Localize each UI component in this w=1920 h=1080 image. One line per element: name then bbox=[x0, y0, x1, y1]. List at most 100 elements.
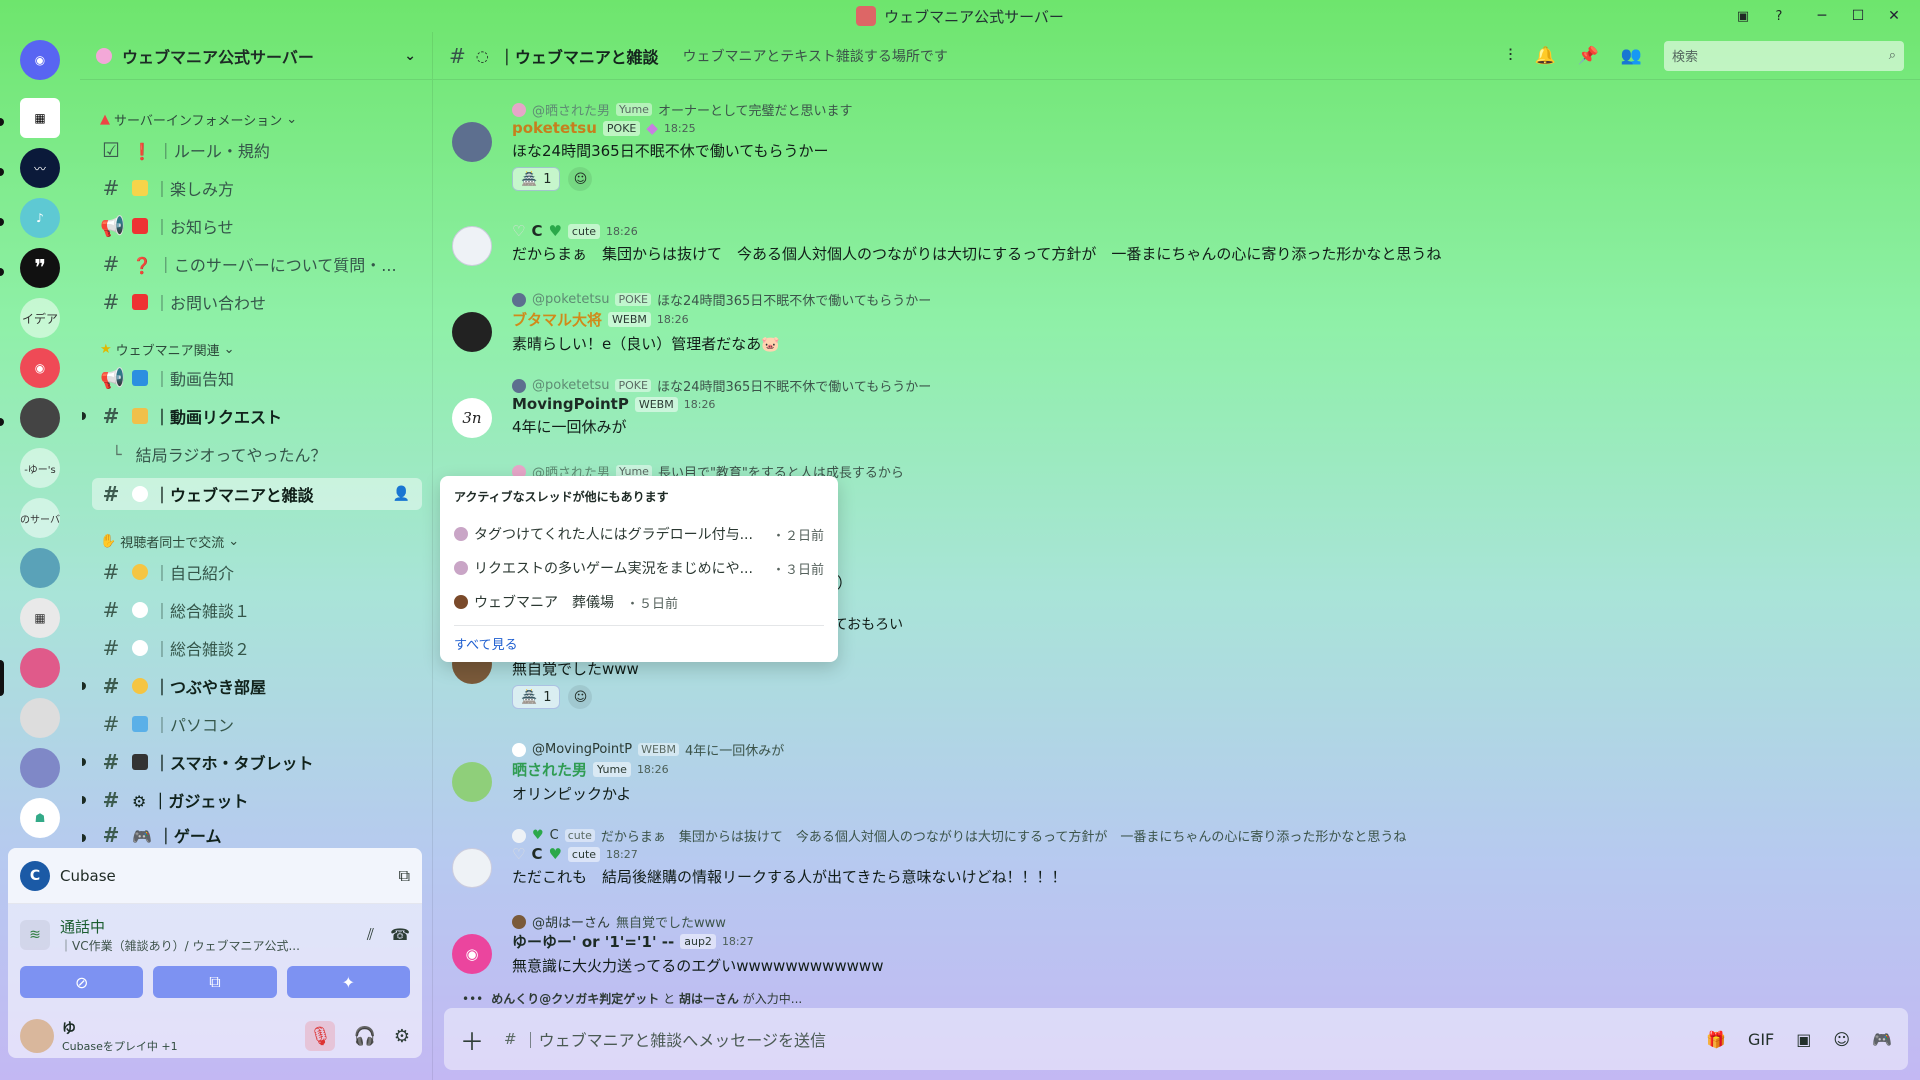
noise-suppression-icon[interactable]: ⫽ bbox=[367, 925, 374, 945]
channel-gadget[interactable]: # ⚙ ｜ガジェット bbox=[92, 784, 422, 816]
server-header[interactable]: ウェブマニア公式サーバー ⌄ bbox=[80, 32, 432, 80]
reaction[interactable]: 🏯 1 bbox=[512, 685, 561, 709]
hand-icon bbox=[132, 408, 148, 424]
activity-button[interactable]: ✦ bbox=[286, 966, 410, 998]
avatar[interactable] bbox=[452, 226, 492, 266]
mic-muted-icon[interactable]: 🎙 bbox=[305, 1021, 336, 1051]
role-tag: cute bbox=[567, 846, 601, 862]
avatar[interactable] bbox=[452, 122, 492, 162]
server-a[interactable]: -ゆー's bbox=[20, 448, 60, 488]
category-viewers[interactable]: ✋ 視聴者同士で交流 ⌄ bbox=[100, 532, 239, 551]
server-avatar-1[interactable] bbox=[20, 398, 60, 438]
server-quote-icon[interactable]: ❞ bbox=[20, 248, 60, 288]
add-reaction-icon[interactable]: ☺ bbox=[568, 167, 593, 191]
thread-item[interactable]: タグつけてくれた人にはグラデロール付与... ・２日前 bbox=[454, 517, 824, 551]
help-icon[interactable]: ? bbox=[1768, 5, 1790, 27]
add-reaction-icon[interactable]: ☺ bbox=[568, 685, 593, 709]
message-author[interactable]: ブタマル大将 bbox=[512, 309, 602, 330]
channel-chat2[interactable]: # ｜総合雑談２ bbox=[92, 632, 422, 664]
avatar[interactable] bbox=[452, 848, 492, 888]
reply-preview[interactable]: ♥ C cute だからまぁ 集団からは抜けて 今ある個人対個人のつながりは大切… bbox=[512, 826, 1892, 845]
server-avatar-3[interactable]: ▦ bbox=[20, 598, 60, 638]
add-member-icon[interactable]: 👤 bbox=[393, 486, 410, 502]
chevron-down-icon[interactable]: ⌄ bbox=[404, 48, 416, 64]
thread-radio[interactable]: └ 結局ラジオってやったん？ bbox=[104, 438, 422, 470]
avatar[interactable] bbox=[452, 312, 492, 352]
search-input[interactable]: 検索 ⌕ bbox=[1664, 40, 1904, 71]
channel-rules[interactable]: ☑ ❗ ｜ルール・規約 bbox=[92, 134, 422, 166]
gif-icon[interactable]: GIF bbox=[1748, 1030, 1774, 1049]
qr-server-icon[interactable]: ▦ bbox=[20, 98, 60, 138]
server-avatar-2[interactable] bbox=[20, 548, 60, 588]
members-icon[interactable]: 👥 bbox=[1621, 46, 1642, 66]
reply-preview[interactable]: @MovingPointP WEBM 4年に一回休みが bbox=[512, 740, 1892, 759]
avatar[interactable] bbox=[20, 1019, 54, 1053]
close-button[interactable]: ✕ bbox=[1876, 4, 1912, 28]
reaction[interactable]: 🏯 1 bbox=[512, 167, 561, 191]
gear-icon[interactable]: ⚙ bbox=[394, 1026, 410, 1047]
plus-icon[interactable]: ＋ bbox=[460, 1022, 490, 1057]
channel-video-request[interactable]: # ｜動画リクエスト bbox=[92, 400, 422, 432]
threads-icon[interactable]: ⫶ bbox=[1508, 46, 1512, 66]
server-avatar-6[interactable] bbox=[20, 748, 60, 788]
server-b[interactable]: のサーバ bbox=[20, 498, 60, 538]
message-author[interactable]: C bbox=[531, 845, 542, 863]
channel-video-notice[interactable]: 📢 ｜動画告知 bbox=[92, 362, 422, 394]
message-author[interactable]: MovingPointP bbox=[512, 395, 629, 413]
channel-phone[interactable]: # ｜スマホ・タブレット bbox=[92, 746, 422, 778]
sticker-icon[interactable]: ▣ bbox=[1796, 1030, 1811, 1049]
emoji-icon[interactable]: ☺ bbox=[1833, 1030, 1850, 1049]
avatar[interactable] bbox=[452, 762, 492, 802]
server-avatar-5[interactable] bbox=[20, 698, 60, 738]
channel-about[interactable]: # ❓ ｜このサーバーについて質問・... bbox=[92, 248, 422, 280]
server-avatar-4[interactable] bbox=[20, 648, 60, 688]
message-author[interactable]: ゆーゆー' or '1'='1' -- bbox=[512, 931, 674, 952]
message-author[interactable]: C bbox=[531, 222, 542, 240]
channel-intro[interactable]: # ｜自己紹介 bbox=[92, 556, 422, 588]
see-all-link[interactable]: すべて見る bbox=[454, 634, 824, 653]
message-author[interactable]: poketetsu bbox=[512, 119, 597, 137]
inbox-icon[interactable]: ▣ bbox=[1732, 5, 1754, 27]
category-related[interactable]: ★ ウェブマニア関連 ⌄ bbox=[100, 340, 235, 359]
message-input[interactable]: ｜ウェブマニアと雑談へメッセージを送信 bbox=[523, 1027, 826, 1051]
voice-status[interactable]: 通話中 bbox=[60, 916, 300, 937]
minimize-button[interactable]: ─ bbox=[1804, 4, 1840, 28]
channel-webmania-chat[interactable]: # ｜ウェブマニアと雑談 👤 bbox=[92, 478, 422, 510]
message-composer[interactable]: ＋ # ｜ウェブマニアと雑談へメッセージを送信 🎁 GIF ▣ ☺ 🎮 bbox=[444, 1008, 1908, 1070]
disconnect-icon[interactable]: ☎ bbox=[390, 925, 410, 945]
pin-icon[interactable]: 📌 bbox=[1578, 46, 1599, 66]
server-discord-icon[interactable]: ◉ bbox=[20, 348, 60, 388]
server-wave-icon[interactable]: 〰 bbox=[20, 148, 60, 188]
channel-pc[interactable]: # ｜パソコン bbox=[92, 708, 422, 740]
headphones-icon[interactable]: 🎧 bbox=[353, 1026, 375, 1047]
channel-howto[interactable]: # ｜楽しみ方 bbox=[92, 172, 422, 204]
server-idea[interactable]: イデア bbox=[20, 298, 60, 338]
avatar[interactable]: 3n bbox=[452, 398, 492, 438]
bell-icon[interactable]: 🔔 bbox=[1534, 46, 1555, 66]
voice-channel[interactable]: ｜VC作業（雑談あり）/ ウェブマニア公式... bbox=[60, 937, 300, 954]
home-icon[interactable]: ◉ bbox=[20, 40, 60, 80]
screen-share-button[interactable]: ⧉ bbox=[153, 966, 277, 998]
channel-contact[interactable]: # ｜お問い合わせ bbox=[92, 286, 422, 318]
screen-share-icon[interactable]: ⧉ bbox=[399, 866, 410, 886]
gamepad-icon[interactable]: 🎮 bbox=[1872, 1030, 1892, 1049]
reply-preview[interactable]: @胡はーさん 無自覚でしたwww bbox=[512, 912, 1892, 931]
reply-preview[interactable]: @晒された男 Yume オーナーとして完璧だと思います bbox=[512, 100, 1892, 119]
maximize-button[interactable]: ☐ bbox=[1840, 4, 1876, 28]
category-info[interactable]: ▲ サーバーインフォメーション ⌄ bbox=[100, 110, 297, 129]
discord-avatar-icon[interactable]: ◉ bbox=[452, 934, 492, 974]
reply-preview[interactable]: @poketetsu POKE ほな24時間365日不眠不休で働いてもらうかー bbox=[512, 290, 1892, 309]
thread-item[interactable]: ウェブマニア 葬儀場 ・５日前 bbox=[454, 585, 824, 619]
gift-icon[interactable]: 🎁 bbox=[1706, 1030, 1726, 1049]
channel-game[interactable]: # 🎮 ｜ゲーム bbox=[92, 822, 422, 848]
channel-tsubuyaki[interactable]: # ｜つぶやき部屋 bbox=[92, 670, 422, 702]
thread-item[interactable]: リクエストの多いゲーム実況をまじめにや... ・３日前 bbox=[454, 551, 824, 585]
camera-off-button[interactable]: ⊘ bbox=[20, 966, 144, 998]
channel-chat1[interactable]: # ｜総合雑談１ bbox=[92, 594, 422, 626]
message-author[interactable]: 晒された男 bbox=[512, 759, 587, 780]
channel-news[interactable]: 📢 ｜お知らせ bbox=[92, 210, 422, 242]
channel-topic[interactable]: ウェブマニアとテキスト雑談する場所です bbox=[683, 46, 948, 66]
server-miku-icon[interactable]: ♪ bbox=[20, 198, 60, 238]
reply-preview[interactable]: @poketetsu POKE ほな24時間365日不眠不休で働いてもらうかー bbox=[512, 376, 1892, 395]
server-avatar-7[interactable]: ☗ bbox=[20, 798, 60, 838]
